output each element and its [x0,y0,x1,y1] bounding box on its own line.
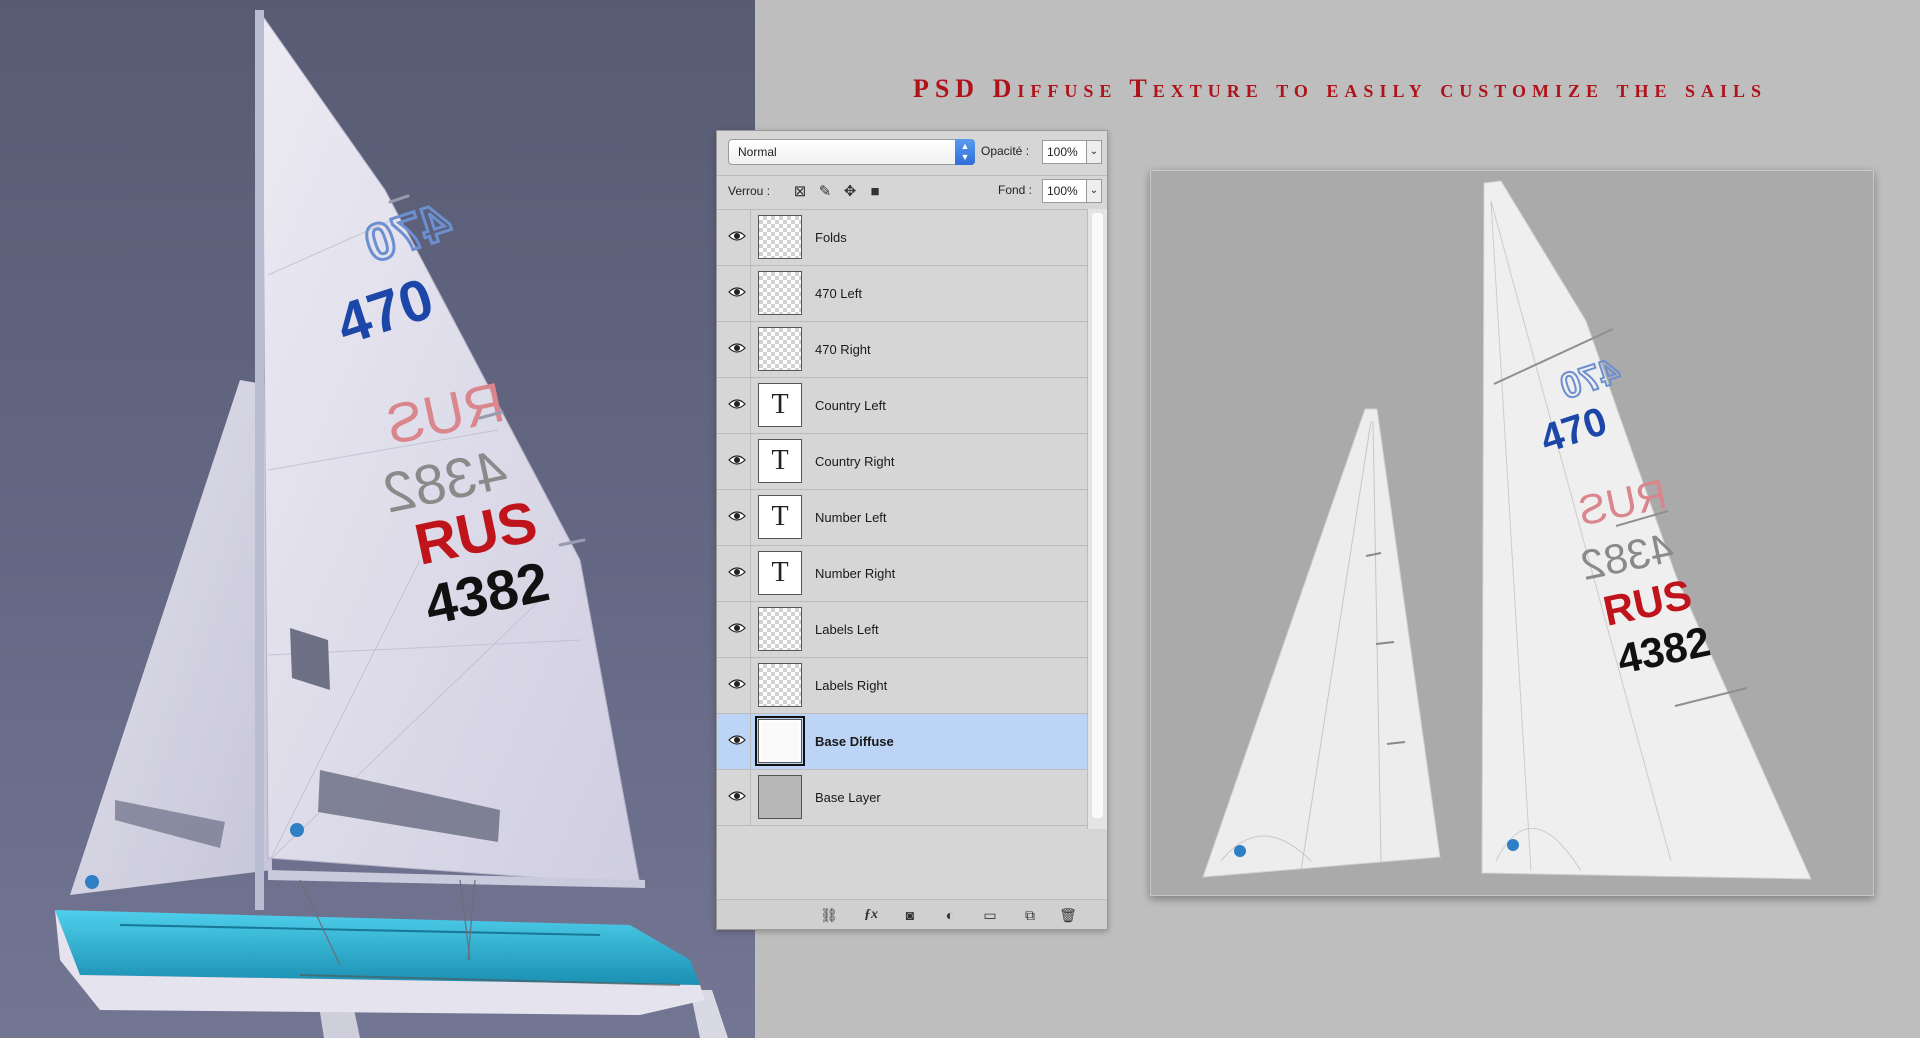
blend-mode-value: Normal [738,145,777,159]
opacity-dropdown-icon[interactable]: ⌄ [1086,140,1102,164]
lock-row: Verrou : ⊠ ✎ ✥ ■ Fond : 100% ⌄ [717,175,1107,205]
layer-name: 470 Left [815,286,862,301]
visibility-toggle[interactable] [721,602,751,658]
sailboat-render: 470 470 RUS 4382 RUS 4382 [55,10,728,1038]
layer-name: Folds [815,230,847,245]
fx-icon[interactable]: ƒx [860,905,882,925]
opacity-label: Opacité : [981,144,1030,158]
layers-panel: Normal ▲ ▼ Opacité : 100% ⌄ Verrou : ⊠ ✎ … [716,130,1108,930]
lock-all-icon[interactable]: ■ [866,183,884,201]
layer-name: Labels Right [815,678,888,693]
text-layer-thumbnail: T [758,439,802,483]
layer-name: Number Left [815,510,887,525]
layer-name: 470 Right [815,342,871,357]
visibility-toggle[interactable] [721,322,751,378]
jib-texture [1202,408,1441,878]
adjustment-icon[interactable]: ◐ [939,905,961,925]
visibility-toggle[interactable] [721,658,751,714]
eye-icon [728,343,746,353]
lock-position-icon[interactable]: ✥ [841,183,859,201]
eye-icon [728,231,746,241]
eye-icon [728,455,746,465]
layer-name: Base Layer [815,790,881,805]
layer-thumbnail [758,215,802,259]
select-arrows-icon: ▲ ▼ [955,139,975,165]
layer-row-country-left[interactable]: T Country Left [717,378,1087,434]
eye-icon [728,791,746,801]
text-layer-thumbnail: T [758,495,802,539]
mask-icon[interactable]: ◙ [899,905,921,925]
layer-thumbnail [755,716,805,766]
eye-icon [728,287,746,297]
jib-badge [85,875,99,889]
layer-row-country-right[interactable]: T Country Right [717,434,1087,490]
text-layer-thumbnail: T [758,551,802,595]
eye-icon [728,623,746,633]
layer-thumbnail [758,271,802,315]
hull-deck [55,910,700,985]
visibility-toggle[interactable] [721,714,751,770]
lock-label: Verrou : [728,184,771,198]
trash-icon[interactable]: 🗑 [1057,905,1079,925]
lock-transparency-icon[interactable]: ⊠ [791,183,809,201]
eye-icon [728,399,746,409]
panel-footer: ⛓ ƒx ◙ ◐ ▭ ⧉ 🗑 [717,899,1107,929]
layer-row-folds[interactable]: Folds [717,210,1087,266]
texture-preview: 470 470 RUS 4382 RUS 4382 [1150,170,1874,896]
headline: PSD Diffuse Texture to easily customize … [912,74,1768,103]
layer-row-base-diffuse[interactable]: Base Diffuse [717,714,1087,770]
layer-name: Labels Left [815,622,879,637]
fill-value: 100% [1047,184,1078,198]
opacity-field[interactable]: 100% ⌄ [1042,140,1102,164]
folder-icon[interactable]: ▭ [979,905,1001,925]
layer-row-number-left[interactable]: T Number Left [717,490,1087,546]
layer-row-470-left[interactable]: 470 Left [717,266,1087,322]
blend-mode-select[interactable]: Normal ▲ ▼ [728,139,975,165]
link-icon[interactable]: ⛓ [818,905,840,925]
main-sail-badge [290,823,304,837]
fill-field[interactable]: 100% ⌄ [1042,179,1102,203]
visibility-toggle[interactable] [721,770,751,826]
visibility-toggle[interactable] [721,490,751,546]
eye-icon [728,511,746,521]
layer-thumbnail [758,607,802,651]
eye-icon [728,567,746,577]
visibility-toggle[interactable] [721,378,751,434]
lock-pixels-icon[interactable]: ✎ [816,183,834,201]
fill-label: Fond : [998,183,1033,197]
mast [255,10,264,910]
visibility-toggle[interactable] [721,266,751,322]
text-layer-thumbnail: T [758,383,802,427]
layer-name: Base Diffuse [815,734,894,749]
visibility-toggle[interactable] [721,210,751,266]
layer-row-number-right[interactable]: T Number Right [717,546,1087,602]
layer-row-labels-left[interactable]: Labels Left [717,602,1087,658]
layer-thumbnail [758,327,802,371]
eye-icon [728,679,746,689]
layer-thumbnail [758,775,802,819]
layer-name: Country Left [815,398,886,413]
jib-badge [1234,845,1246,857]
visibility-toggle[interactable] [721,546,751,602]
scrollbar-thumb[interactable] [1092,213,1103,818]
eye-icon [728,735,746,745]
layer-name: Number Right [815,566,896,581]
visibility-toggle[interactable] [721,434,751,490]
layer-row-labels-right[interactable]: Labels Right [717,658,1087,714]
blend-row: Normal ▲ ▼ Opacité : 100% ⌄ [717,137,1107,167]
layer-scrollbar[interactable] [1087,209,1107,829]
layer-list: Folds 470 Left 470 Right T Country Left … [717,209,1087,829]
main-badge [1507,839,1519,851]
opacity-value: 100% [1047,145,1078,159]
layer-thumbnail [758,663,802,707]
fill-dropdown-icon[interactable]: ⌄ [1086,179,1102,203]
layer-name: Country Right [815,454,895,469]
layer-row-base-layer[interactable]: Base Layer [717,770,1087,826]
layer-row-470-right[interactable]: 470 Right [717,322,1087,378]
new-layer-icon[interactable]: ⧉ [1019,905,1041,925]
